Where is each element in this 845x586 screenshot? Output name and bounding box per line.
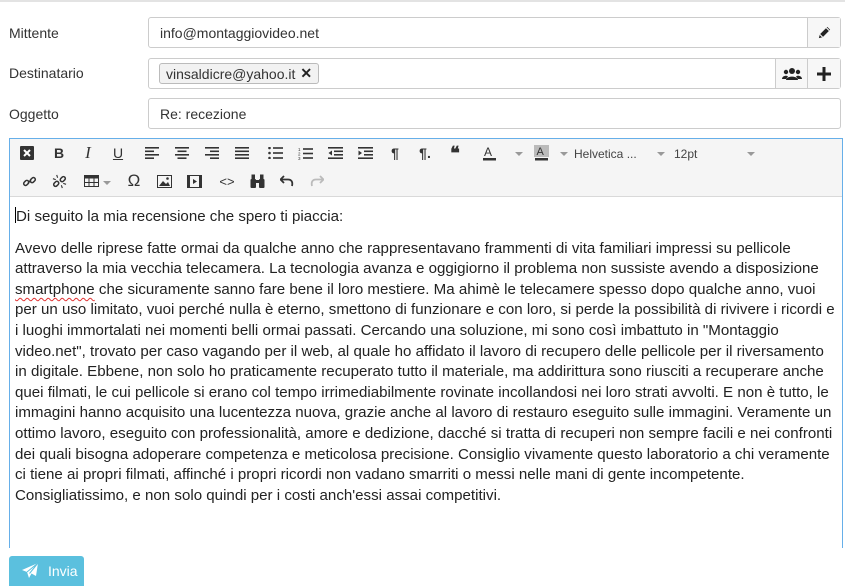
binoculars-icon (250, 174, 264, 188)
align-justify-icon (235, 147, 249, 159)
italic-icon: I (85, 143, 91, 162)
indent-icon (357, 147, 373, 159)
align-center-icon (175, 147, 189, 159)
table-button[interactable] (80, 170, 102, 192)
remove-recipient-icon[interactable]: ✕ (300, 65, 312, 82)
recipient-chip: vinsaldicre@yahoo.it ✕ (159, 63, 320, 84)
font-size-select[interactable]: 12pt (674, 147, 697, 161)
recipient-label: Destinatario (9, 65, 84, 81)
add-recipient-button[interactable] (807, 59, 840, 88)
insert-link-button[interactable] (18, 170, 40, 192)
sender-value: info@montaggiovideo.net (160, 25, 319, 41)
editor-content[interactable]: Di seguito la mia recensione che spero t… (15, 207, 837, 517)
font-size-caret-icon[interactable] (747, 152, 755, 156)
underline-icon: U (112, 145, 124, 161)
address-book-button[interactable] (775, 59, 808, 88)
bold-icon: B (53, 145, 65, 161)
review-text-rest: che sicuramente sanno fare bene il loro … (15, 280, 835, 504)
edit-sender-button[interactable] (807, 18, 840, 47)
send-label: Invia (48, 563, 78, 579)
blockquote-button[interactable]: ❝ (444, 142, 466, 164)
undo-icon (280, 175, 294, 187)
bullet-list-button[interactable] (264, 142, 286, 164)
subject-value: Re: recezione (160, 106, 247, 122)
code-icon: <> (219, 173, 235, 189)
indent-button[interactable] (354, 142, 376, 164)
text-color-button[interactable]: A (478, 142, 500, 164)
bold-button[interactable]: B (48, 142, 70, 164)
table-caret-icon[interactable] (103, 181, 111, 185)
ltr-button[interactable]: ¶ (384, 142, 406, 164)
remove-format-icon (20, 146, 34, 160)
align-left-icon (145, 147, 159, 159)
special-character-button[interactable]: Ω (123, 170, 145, 192)
bullet-list-icon (267, 147, 283, 159)
unlink-icon (52, 174, 66, 188)
source-code-button[interactable]: <> (216, 170, 238, 192)
italic-button[interactable]: I (77, 142, 99, 164)
text-color-icon: A (482, 145, 496, 161)
align-right-icon (205, 147, 219, 159)
media-icon (186, 174, 202, 188)
outdent-button[interactable] (324, 142, 346, 164)
remove-link-button[interactable] (48, 170, 70, 192)
link-icon (22, 176, 36, 186)
top-divider (0, 0, 845, 2)
svg-text:3: 3 (298, 156, 301, 160)
text-color-caret-icon[interactable] (515, 152, 523, 156)
omega-icon: Ω (127, 171, 141, 190)
message-editor[interactable]: B I U 123 ¶ ¶. ❝ A A Helvetica ... 12pt … (9, 138, 843, 548)
redo-icon (310, 175, 324, 187)
sender-label: Mittente (9, 25, 59, 41)
insert-media-button[interactable] (183, 170, 205, 192)
subject-field[interactable]: Re: recezione (148, 98, 841, 129)
background-color-icon: A (533, 145, 549, 161)
review-paragraph: Avevo delle riprese fatte ormai da qualc… (15, 239, 837, 507)
insert-image-button[interactable] (153, 170, 175, 192)
greeting-text: Di seguito la mia recensione che spero t… (16, 208, 344, 225)
sender-field[interactable]: info@montaggiovideo.net (148, 17, 841, 48)
align-left-button[interactable] (141, 142, 163, 164)
image-icon (156, 174, 172, 188)
numbered-list-icon: 123 (298, 147, 313, 160)
plus-icon (817, 66, 831, 81)
svg-text:A: A (484, 145, 492, 159)
background-color-button[interactable]: A (530, 142, 552, 164)
svg-text:A: A (536, 146, 544, 158)
find-replace-button[interactable] (246, 170, 268, 192)
recipient-field[interactable]: vinsaldicre@yahoo.it ✕ (148, 58, 841, 89)
subject-label: Oggetto (9, 106, 59, 122)
editor-toolbar: B I U 123 ¶ ¶. ❝ A A Helvetica ... 12pt … (10, 139, 842, 197)
align-justify-button[interactable] (231, 142, 253, 164)
quote-icon: ❝ (450, 142, 460, 163)
rtl-paragraph-icon: ¶. (419, 145, 431, 161)
rtl-button[interactable]: ¶. (414, 142, 436, 164)
review-text-start: Avevo delle riprese fatte ormai da qualc… (15, 239, 819, 278)
misspelled-word: smartphone (15, 280, 95, 298)
underline-button[interactable]: U (107, 142, 129, 164)
recipient-chip-label: vinsaldicre@yahoo.it (166, 65, 296, 82)
redo-button[interactable] (306, 170, 328, 192)
users-icon (782, 67, 802, 80)
ltr-paragraph-icon: ¶ (391, 145, 399, 161)
undo-button[interactable] (276, 170, 298, 192)
pencil-icon (818, 26, 830, 39)
font-family-caret-icon[interactable] (657, 152, 665, 156)
paper-plane-icon (22, 562, 39, 578)
numbered-list-button[interactable]: 123 (294, 142, 316, 164)
table-icon (83, 175, 99, 187)
align-center-button[interactable] (171, 142, 193, 164)
send-button[interactable]: Invia (9, 556, 84, 586)
background-color-caret-icon[interactable] (560, 152, 568, 156)
font-family-select[interactable]: Helvetica ... (574, 147, 637, 161)
outdent-icon (327, 147, 343, 159)
align-right-button[interactable] (201, 142, 223, 164)
remove-format-button[interactable] (16, 142, 38, 164)
greeting-paragraph: Di seguito la mia recensione che spero t… (15, 207, 837, 228)
